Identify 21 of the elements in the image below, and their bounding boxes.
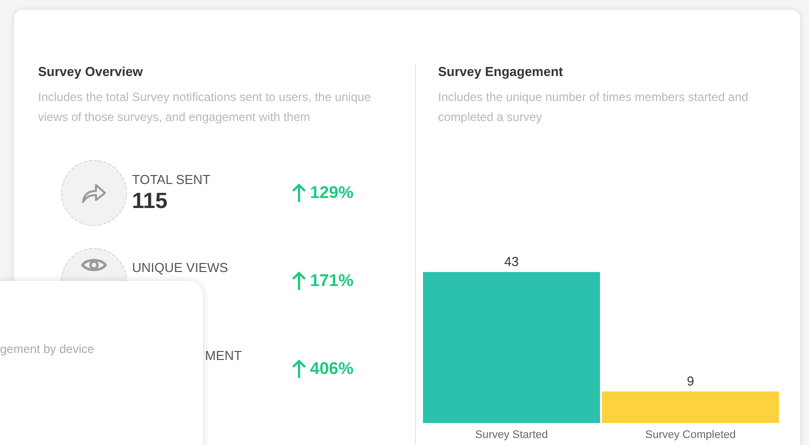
change-percent: 406% (310, 358, 354, 380)
eye-icon (81, 257, 107, 273)
section-title: Survey Engagement (438, 64, 564, 80)
bar-label: Survey Started (475, 429, 548, 441)
section-description: Includes the total Survey notifications sent to users, the unique views of those surveys, and engagement with them (38, 89, 372, 126)
bar-value: 9 (686, 373, 694, 388)
card-description: gement by device (0, 341, 96, 357)
share-arrow-icon (81, 182, 107, 204)
stat-value: 115 (132, 188, 168, 214)
stat-label: TOTAL SENT (132, 172, 212, 188)
up-arrow-icon (292, 359, 306, 379)
stat-label: UNIQUE VIEWS (132, 260, 230, 276)
up-arrow-icon (292, 183, 306, 203)
bar-value: 43 (504, 254, 519, 269)
change-percent: 129% (310, 182, 354, 204)
bar-label: Survey Completed (645, 429, 736, 441)
stat-label: MENT (205, 348, 243, 364)
change-percent: 171% (310, 270, 354, 292)
section-title: Survey Overview (38, 64, 144, 80)
section-description: Includes the unique number of times members started and completed a survey (438, 89, 750, 126)
up-arrow-icon (292, 271, 306, 291)
